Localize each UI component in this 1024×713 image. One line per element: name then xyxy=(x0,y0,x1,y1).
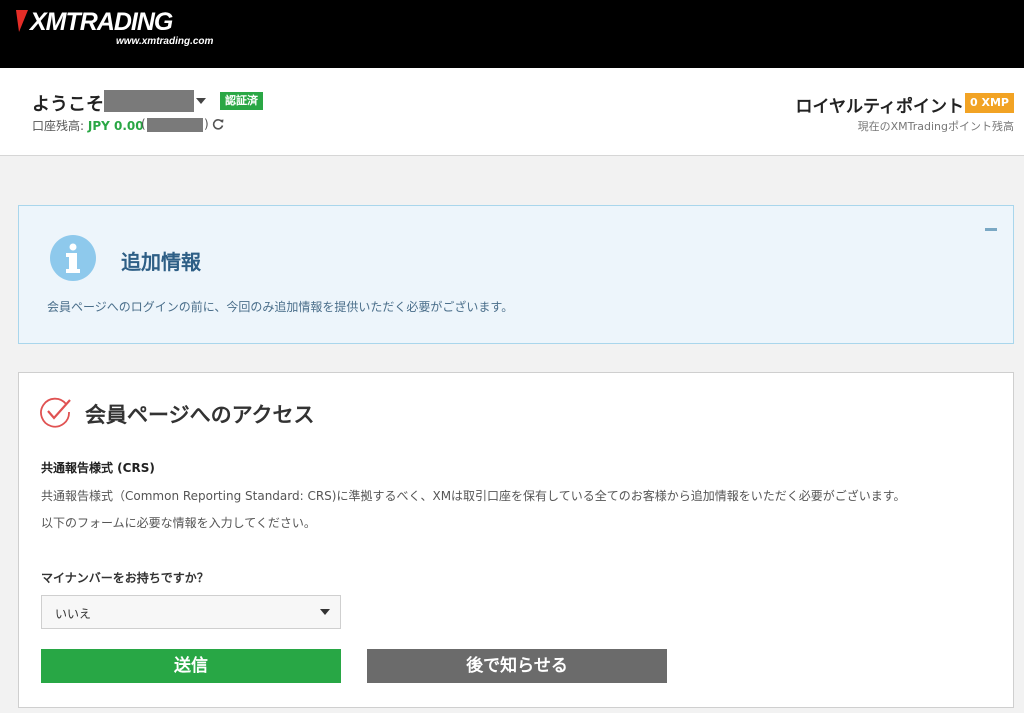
collapse-icon[interactable] xyxy=(985,228,997,231)
balance-open-paren: ( xyxy=(141,117,146,131)
loyalty-title: ロイヤルティポイント xyxy=(795,97,964,117)
access-title: 会員ページへのアクセス xyxy=(85,403,315,427)
crs-title: 共通報告様式 (CRS) xyxy=(41,461,155,475)
verified-badge: 認証済 xyxy=(220,92,263,110)
loyalty-subtitle: 現在のXMTradingポイント残高 xyxy=(857,120,1014,133)
top-bar: XMTRADING www.xmtrading.com xyxy=(0,0,1024,68)
check-circle-icon xyxy=(40,397,71,428)
user-name-masked[interactable] xyxy=(104,90,194,112)
select-value: いいえ xyxy=(55,607,92,621)
crs-prompt: 以下のフォームに必要な情報を入力してください。 xyxy=(41,516,316,530)
submit-button[interactable]: 送信 xyxy=(41,649,341,683)
balance-close-paren: ) xyxy=(204,117,209,131)
balance-label: 口座残高: xyxy=(32,119,88,133)
logo-text: XMTRADING xyxy=(30,8,173,36)
info-title: 追加情報 xyxy=(121,250,201,274)
account-number-masked xyxy=(147,118,203,132)
xmp-badge: 0 XMP xyxy=(965,93,1014,113)
account-header: ようこそ 認証済 口座残高: JPY 0.00 ( ) ロイヤルティポイント 0… xyxy=(0,68,1024,156)
chevron-down-icon[interactable] xyxy=(196,98,206,104)
crs-description: 共通報告様式（Common Reporting Standard: CRS)に準… xyxy=(41,489,906,503)
info-text: 会員ページへのログインの前に、今回のみ追加情報を提供いただく必要がございます。 xyxy=(47,300,514,314)
balance-line: 口座残高: JPY 0.00 xyxy=(32,117,144,134)
balance-amount: JPY 0.00 xyxy=(87,119,144,133)
welcome-text: ようこそ xyxy=(32,94,104,115)
info-icon xyxy=(50,235,96,281)
refresh-icon[interactable] xyxy=(212,118,224,130)
info-panel: 追加情報 会員ページへのログインの前に、今回のみ追加情報を提供いただく必要がござ… xyxy=(18,205,1014,344)
logo-mark-icon xyxy=(16,10,28,32)
remind-later-button[interactable]: 後で知らせる xyxy=(367,649,667,683)
xmtrading-logo[interactable]: XMTRADING www.xmtrading.com xyxy=(16,8,213,48)
mynumber-select[interactable]: いいえ xyxy=(41,595,341,629)
logo-url: www.xmtrading.com xyxy=(116,36,214,47)
mynumber-question: マイナンバーをお持ちですか？ xyxy=(41,571,209,585)
chevron-down-icon xyxy=(320,609,330,615)
access-panel: 会員ページへのアクセス 共通報告様式 (CRS) 共通報告様式（Common R… xyxy=(18,372,1014,708)
